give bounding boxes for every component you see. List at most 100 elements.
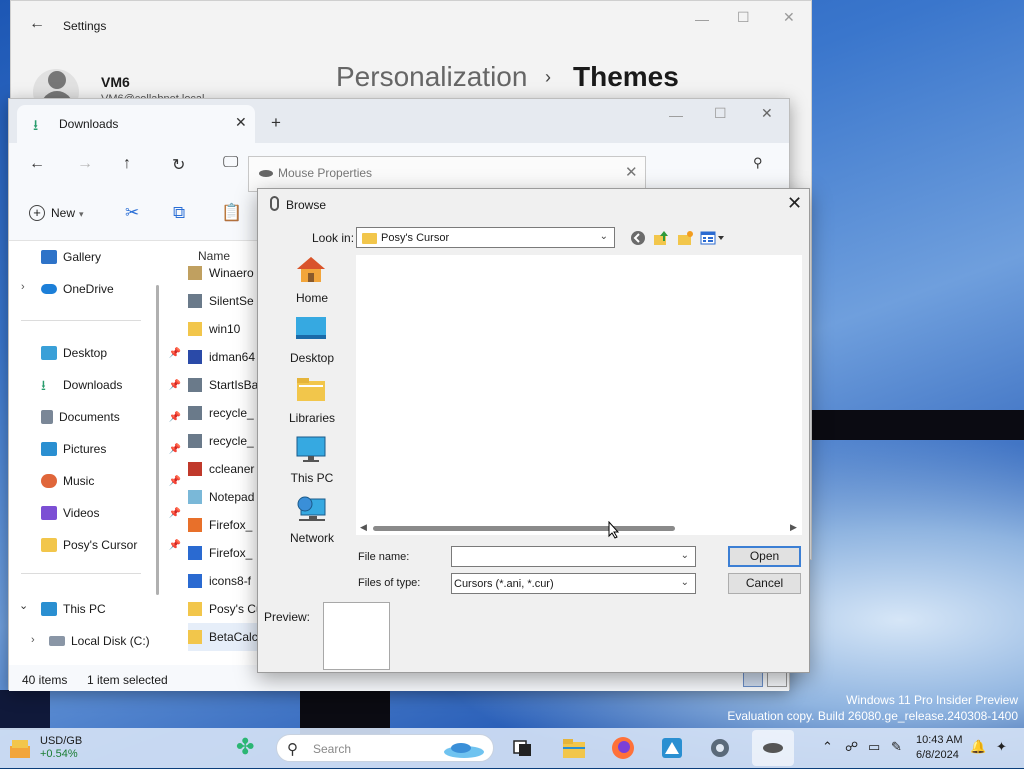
copy-icon[interactable]: ⧉ [173,203,185,223]
nav-item-posys-cursor[interactable]: Posy's Cursor 📌 [41,529,189,561]
search-icon[interactable]: ⚲ [753,155,763,171]
nav-item-videos[interactable]: Videos 📌 [41,497,189,529]
open-button[interactable]: Open [728,546,801,567]
paint-icon[interactable] [658,734,686,762]
cut-icon[interactable]: ✂ [125,203,139,223]
place-this-pc[interactable]: This PC [263,431,353,491]
this-pc-icon [296,436,326,462]
watermark-line-2: Evaluation copy. Build 26080.ge_release.… [727,709,1018,723]
copilot-icon[interactable]: ✦ [996,739,1007,755]
nav-item-downloads[interactable]: ⭳ Downloads 📌 [41,369,189,401]
new-tab-button[interactable]: + [271,113,281,133]
plus-icon: + [29,205,45,221]
selection-count: 1 item selected [87,673,168,687]
file-list: Name Winaero SilentSe win10 idman64 StartIsB… [174,241,280,665]
scrollbar-thumb[interactable] [373,526,675,531]
divider [21,573,141,574]
file-icon [188,546,202,560]
clover-start-icon[interactable]: ✤ [236,736,254,758]
file-explorer-icon[interactable] [560,734,588,762]
folder-icon [362,233,377,244]
nav-label: Documents [59,410,120,424]
minimize-button[interactable]: — [695,11,709,27]
chevron-right-icon[interactable]: › [21,281,25,293]
nav-item-onedrive[interactable]: OneDrive [41,273,189,305]
place-libraries[interactable]: Libraries [263,371,353,431]
scroll-left-icon[interactable]: ◀ [360,522,367,533]
wallpaper-shape [0,690,50,730]
notification-bell-icon[interactable]: 🔔 [970,739,986,755]
search-placeholder: Search [313,742,352,756]
settings-gear-icon[interactable] [706,734,734,762]
documents-icon [41,410,53,424]
look-in-dropdown[interactable]: Posy's Cursor ⌄ [356,227,615,248]
chevron-down-icon: ⌄ [680,550,689,561]
nav-item-documents[interactable]: Documents 📌 [41,401,189,433]
firefox-icon[interactable] [609,734,637,762]
maximize-button[interactable]: ☐ [714,105,727,122]
place-desktop[interactable]: Desktop [263,311,353,371]
maximize-button[interactable]: ☐ [737,9,750,26]
nav-item-gallery[interactable]: Gallery [41,241,189,273]
file-name: ccleaner [209,462,255,476]
chevron-down-icon[interactable]: ⌄ [19,599,28,612]
tab-downloads[interactable]: ⭳ Downloads ✕ [17,105,255,143]
view-menu-icon[interactable] [700,229,726,247]
chevron-right-icon[interactable]: › [31,634,35,646]
new-folder-icon[interactable] [676,229,694,247]
file-name-input[interactable]: ⌄ [451,546,696,567]
clock-time[interactable]: 10:43 AM [916,734,962,746]
cancel-button[interactable]: Cancel [728,573,801,594]
places-bar: Home Desktop Libraries This PC Network [263,251,353,551]
back-arrow-icon[interactable]: ← [29,155,45,173]
libraries-icon [297,378,325,401]
forward-arrow-icon[interactable]: → [77,155,93,173]
stocks-widget-icon[interactable] [8,736,32,760]
up-folder-icon[interactable] [652,229,670,247]
refresh-icon[interactable]: ↻ [172,155,185,175]
file-icon [188,350,202,364]
network-icon[interactable]: ☍ [845,739,858,755]
close-button[interactable]: ✕ [783,9,795,26]
chevron-down-icon: ⌄ [599,231,608,242]
nav-label: This PC [63,602,106,616]
nav-item-pictures[interactable]: Pictures 📌 [41,433,189,465]
scroll-right-icon[interactable]: ▶ [790,522,797,533]
place-home[interactable]: Home [263,251,353,311]
nav-item-desktop[interactable]: Desktop 📌 [41,337,189,369]
place-network[interactable]: Network [263,491,353,551]
paste-icon[interactable]: 📋 [221,203,242,223]
file-list-view[interactable] [356,255,802,521]
horizontal-scrollbar[interactable]: ◀ ▶ [356,521,802,535]
look-in-label: Look in: [312,231,355,245]
nav-item-music[interactable]: Music 📌 [41,465,189,497]
search-box[interactable]: ⚲ Search [276,734,494,762]
close-button[interactable]: ✕ [787,193,802,214]
window-title: Settings [63,19,107,33]
music-icon [41,474,57,488]
monitor-icon[interactable]: 🖵 [223,154,238,172]
up-arrow-icon[interactable]: ↑ [123,155,131,173]
back-arrow-icon[interactable]: ← [29,15,45,33]
minimize-button[interactable]: — [669,107,683,123]
new-button[interactable]: + New ▾ [29,205,84,221]
display-icon[interactable]: ▭ [868,739,880,755]
close-button[interactable]: ✕ [625,163,638,181]
chevron-up-icon[interactable]: ⌃ [822,739,833,755]
task-view-icon[interactable] [509,734,537,762]
breadcrumb-parent[interactable]: Personalization [336,61,527,93]
home-icon [297,257,325,282]
preview-label: Preview: [264,610,311,624]
folder-icon [41,538,57,552]
back-arrow-icon[interactable] [629,229,647,247]
pen-icon[interactable]: ✎ [891,739,902,755]
clock-date[interactable]: 6/8/2024 [916,749,959,761]
scrollbar[interactable] [156,285,159,595]
file-name: Notepad [209,490,255,504]
mouse-icon [259,170,273,177]
close-tab-icon[interactable]: ✕ [235,114,247,131]
close-button[interactable]: ✕ [761,105,773,122]
files-of-type-dropdown[interactable]: Cursors (*.ani, *.cur) ⌄ [451,573,696,594]
mouse-properties-taskbar-icon[interactable] [752,730,794,766]
nav-item-this-pc[interactable]: This PC [41,593,189,625]
